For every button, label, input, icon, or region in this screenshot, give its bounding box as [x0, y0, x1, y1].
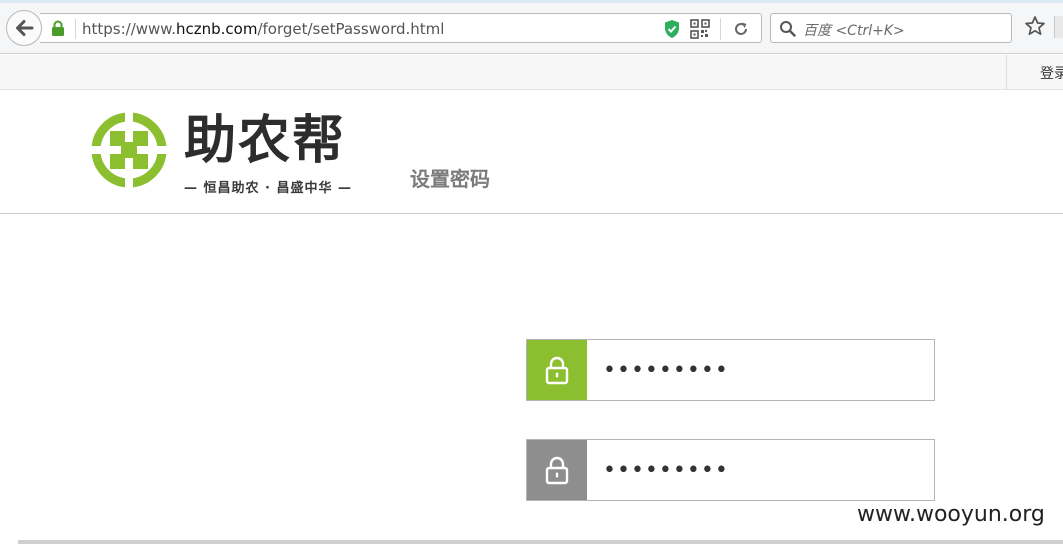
url-path: /forget/setPassword.html — [257, 20, 445, 38]
toolbar-overflow[interactable] — [1054, 16, 1063, 38]
bookmark-star-icon[interactable] — [1024, 15, 1046, 41]
brand-slogan: — 恒昌助农 · 昌盛中华 — — [184, 181, 353, 196]
tab-strip-edge — [0, 0, 1063, 3]
padlock-icon — [527, 340, 587, 400]
search-box[interactable]: 百度 <Ctrl+K> — [770, 13, 1012, 43]
new-password-field[interactable] — [526, 339, 935, 401]
strip-divider — [1006, 55, 1007, 90]
page-title: 设置密码 — [410, 167, 490, 191]
search-placeholder: 百度 <Ctrl+K> — [803, 23, 905, 39]
url-bar[interactable]: https://www.hcznb.com/forget/setPassword… — [40, 13, 762, 43]
site-header: 助农帮 — 恒昌助农 · 昌盛中华 — 设置密码 — [0, 91, 1063, 214]
url-separator-2 — [720, 18, 721, 40]
search-icon — [779, 20, 796, 41]
watermark: www.wooyun.org — [857, 502, 1045, 527]
qr-code-icon[interactable] — [690, 19, 710, 43]
new-password-input[interactable] — [587, 340, 934, 400]
horizontal-scrollbar[interactable] — [18, 540, 1063, 544]
back-button[interactable] — [6, 10, 42, 46]
url-text[interactable]: https://www.hcznb.com/forget/setPassword… — [82, 20, 444, 38]
site-top-strip: 登录 — [0, 55, 1063, 90]
secure-lock-icon[interactable] — [51, 20, 65, 41]
confirm-password-field[interactable] — [526, 439, 935, 501]
back-arrow-icon — [16, 20, 34, 36]
browser-toolbar: https://www.hcznb.com/forget/setPassword… — [0, 0, 1063, 54]
url-separator — [75, 19, 76, 39]
confirm-password-input[interactable] — [587, 440, 934, 500]
padlock-icon — [527, 440, 587, 500]
url-prefix: https://www. — [82, 20, 176, 38]
shield-icon[interactable] — [663, 19, 681, 43]
login-link[interactable]: 登录 — [1040, 63, 1063, 83]
url-host: hcznb.com — [175, 20, 258, 38]
brand-name[interactable]: 助农帮 — [184, 111, 346, 171]
reload-icon[interactable] — [732, 20, 750, 42]
brand-logo-icon[interactable] — [90, 111, 168, 193]
